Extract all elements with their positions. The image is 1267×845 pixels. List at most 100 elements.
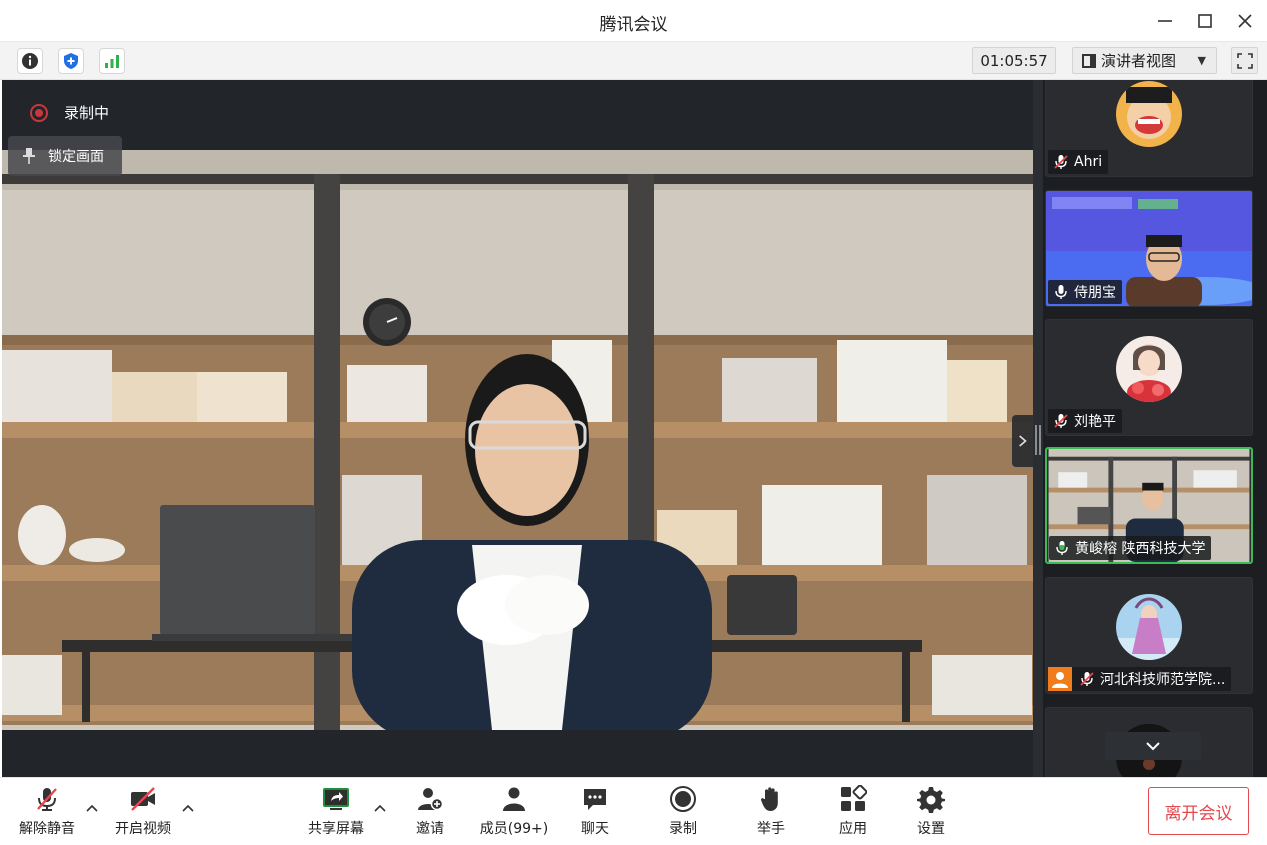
panel-divider[interactable] — [1033, 80, 1043, 777]
apps-button[interactable]: 应用 — [826, 784, 880, 842]
network-button[interactable] — [99, 48, 125, 74]
chat-button[interactable]: 聊天 — [568, 784, 622, 842]
participant-nametag: 河北科技师范学院... — [1048, 667, 1232, 691]
invite-label: 邀请 — [416, 821, 444, 837]
participant-tile[interactable]: Ahri — [1045, 80, 1253, 177]
chevron-right-icon — [1019, 435, 1027, 447]
settings-button[interactable]: 设置 — [904, 784, 958, 842]
gear-icon — [917, 787, 945, 813]
minimize-icon — [1158, 20, 1172, 22]
apps-icon — [841, 785, 867, 811]
start-video-button[interactable]: 开启视频 — [112, 784, 174, 842]
speaker-video — [2, 150, 1033, 730]
share-screen-button[interactable]: 共享屏幕 — [305, 784, 367, 842]
participant-nametag: 刘艳平 — [1048, 409, 1122, 433]
chat-icon — [584, 789, 606, 810]
maximize-button[interactable] — [1187, 6, 1223, 36]
recording-label: 录制中 — [64, 104, 110, 122]
members-label: 成员(99+) — [479, 821, 549, 837]
pin-view-button[interactable]: 锁定画面 — [8, 136, 122, 176]
participant-tile[interactable]: 河北科技师范学院... — [1045, 577, 1253, 694]
add-user-icon — [418, 788, 444, 811]
fullscreen-icon — [1236, 52, 1253, 69]
main-video-stage: 录制中 锁定画面 — [2, 80, 1033, 777]
close-button[interactable] — [1227, 6, 1263, 36]
record-dot-icon — [30, 103, 48, 122]
mic-muted-icon — [1054, 155, 1068, 169]
share-screen-icon — [323, 788, 349, 810]
leave-meeting-button[interactable]: 离开会议 — [1148, 787, 1249, 835]
chat-label: 聊天 — [581, 821, 609, 837]
recording-indicator: 录制中 — [30, 102, 109, 123]
pin-view-label: 锁定画面 — [48, 149, 104, 165]
record-label: 录制 — [669, 821, 697, 837]
video-options-button[interactable] — [180, 800, 196, 816]
mic-muted-icon — [37, 788, 57, 811]
chevron-up-icon — [86, 804, 98, 812]
participant-tile[interactable]: 侍朋宝 — [1045, 190, 1253, 307]
invite-button[interactable]: 邀请 — [402, 784, 458, 842]
mic-icon — [1055, 285, 1067, 299]
chevron-down-icon: ▼ — [1197, 54, 1206, 67]
raise-hand-label: 举手 — [757, 821, 785, 837]
participant-name: Ahri — [1074, 154, 1103, 170]
participant-name: 河北科技师范学院... — [1100, 672, 1226, 688]
chevron-up-icon — [182, 804, 194, 812]
audio-options-button[interactable] — [84, 800, 100, 816]
participant-name: 侍朋宝 — [1074, 285, 1116, 301]
meeting-info-button[interactable] — [17, 48, 43, 74]
participant-nametag: 黄峻榕 陕西科技大学 — [1049, 536, 1212, 560]
chevron-up-icon — [374, 804, 386, 812]
user-avatar-icon — [1048, 667, 1072, 691]
minimize-button[interactable] — [1147, 6, 1183, 36]
participant-name: 黄峻榕 陕西科技大学 — [1075, 541, 1206, 557]
unmute-label: 解除静音 — [19, 821, 75, 837]
view-mode-label: 演讲者视图 — [1101, 52, 1177, 70]
participant-nametag: Ahri — [1048, 150, 1109, 174]
shield-icon — [64, 53, 78, 69]
fullscreen-button[interactable] — [1231, 47, 1258, 74]
layout-icon — [1082, 53, 1096, 68]
chevron-down-icon — [1146, 742, 1160, 751]
title-bar: 腾讯会议 — [0, 0, 1267, 42]
bottom-toolbar: 解除静音 开启视频 共享屏幕 邀请 成员(99+) 聊天 录制 举手 应用 设置… — [0, 777, 1267, 845]
members-icon — [503, 787, 525, 811]
share-screen-label: 共享屏幕 — [308, 821, 364, 837]
info-bar: 01:05:57 演讲者视图 ▼ — [0, 42, 1267, 80]
raise-hand-button[interactable]: 举手 — [744, 784, 798, 842]
raise-hand-icon — [760, 787, 778, 811]
participant-tile-active[interactable]: 黄峻榕 陕西科技大学 — [1045, 447, 1253, 564]
signal-icon — [105, 55, 119, 68]
avatar — [1116, 594, 1182, 660]
avatar — [1116, 81, 1182, 147]
participant-name: 刘艳平 — [1074, 414, 1116, 430]
mic-speaking-icon — [1056, 541, 1068, 555]
close-icon — [1238, 14, 1252, 28]
video-off-icon — [131, 787, 155, 811]
collapse-panel-button[interactable] — [1012, 415, 1033, 467]
record-button[interactable]: 录制 — [656, 784, 710, 842]
share-options-button[interactable] — [372, 800, 388, 816]
apps-label: 应用 — [839, 821, 867, 837]
scroll-down-button[interactable] — [1105, 732, 1201, 760]
participant-nametag: 侍朋宝 — [1048, 280, 1122, 304]
participant-tile[interactable]: 刘艳平 — [1045, 319, 1253, 436]
mic-muted-icon — [1054, 414, 1068, 428]
security-button[interactable] — [58, 48, 84, 74]
avatar — [1116, 336, 1182, 402]
members-button[interactable]: 成员(99+) — [475, 784, 553, 842]
participant-panel: Ahri 侍朋宝 刘艳平 黄峻榕 陕西科技大学 河北科技师范学院... — [1033, 80, 1267, 777]
window-title: 腾讯会议 — [599, 15, 668, 35]
info-icon — [22, 53, 38, 69]
start-video-label: 开启视频 — [115, 821, 171, 837]
mic-muted-icon — [1080, 672, 1094, 686]
unmute-button[interactable]: 解除静音 — [16, 784, 78, 842]
settings-label: 设置 — [917, 821, 945, 837]
resize-grip-icon[interactable] — [1035, 425, 1041, 455]
view-mode-select[interactable]: 演讲者视图 ▼ — [1072, 47, 1217, 74]
speaker-video-frame — [2, 150, 1033, 730]
meeting-timer: 01:05:57 — [972, 47, 1056, 74]
maximize-icon — [1198, 14, 1212, 28]
meeting-window: 腾讯会议 01:05:57 演讲者视图 ▼ 录制中 锁定画面 Ahri 侍朋宝 … — [0, 0, 1267, 845]
record-icon — [670, 786, 696, 812]
